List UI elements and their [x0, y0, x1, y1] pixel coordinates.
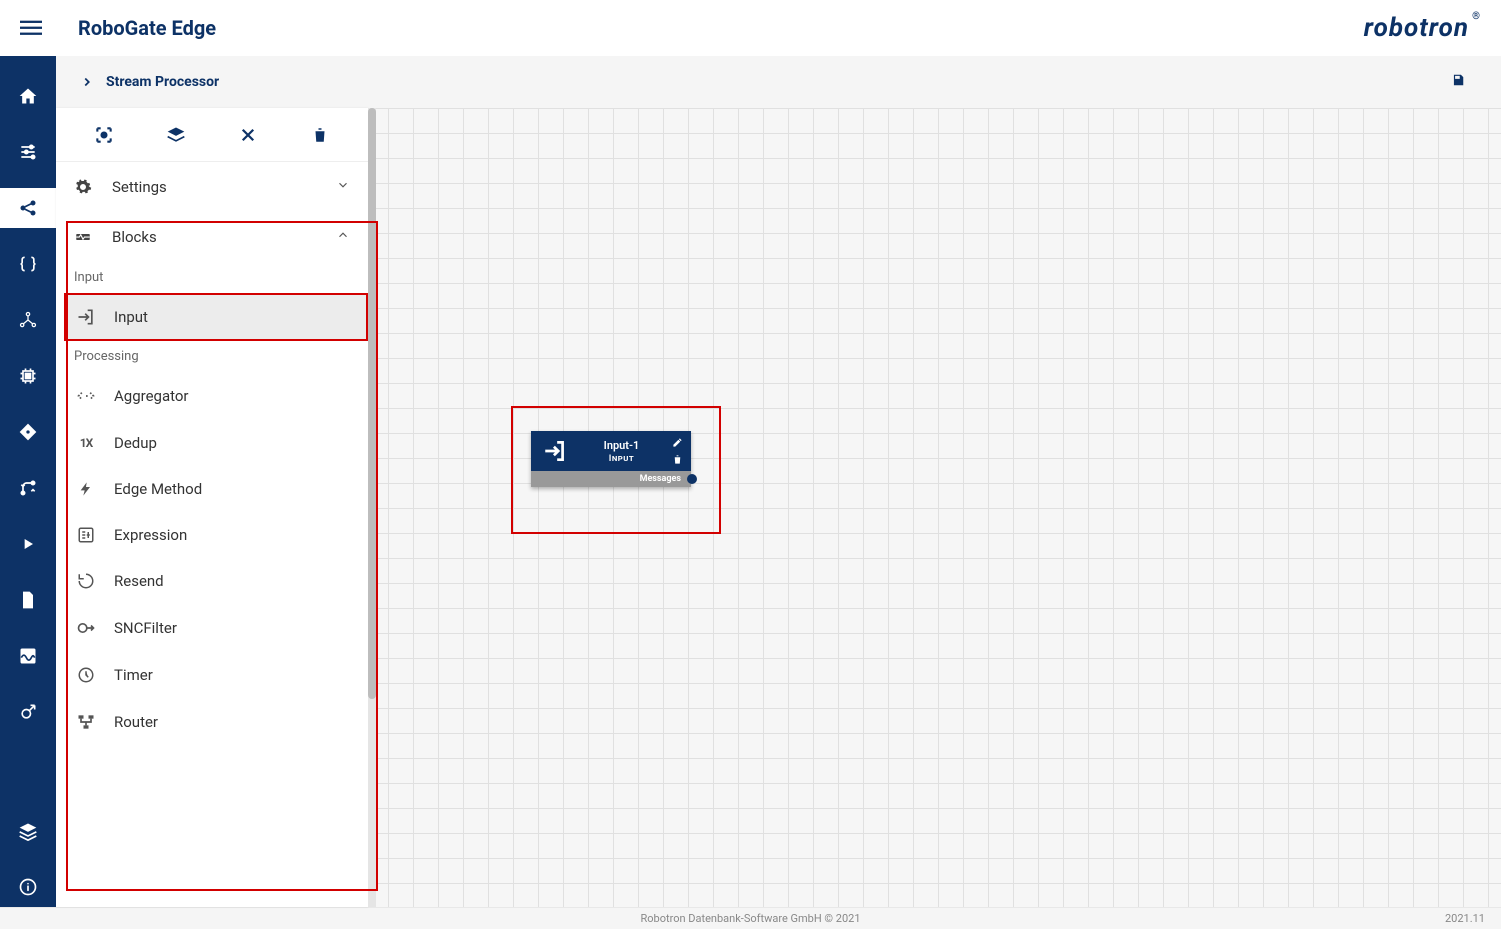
nav-file[interactable] [0, 580, 56, 620]
aggregator-icon [74, 386, 98, 406]
dedup-icon: 1X [74, 436, 98, 450]
block-input[interactable]: Input [64, 293, 368, 341]
trash-icon[interactable] [672, 454, 683, 465]
router-icon [74, 712, 98, 732]
menu-toggle[interactable] [20, 17, 42, 39]
nav-caret[interactable] [0, 524, 56, 564]
side-panel: Settings Blocks Input Input [56, 108, 368, 907]
nav-wave[interactable] [0, 636, 56, 676]
nav-tag[interactable] [0, 412, 56, 452]
section-settings[interactable]: Settings [56, 162, 368, 212]
breadcrumb: Stream Processor [56, 56, 1501, 108]
block-sncfilter[interactable]: SNCFilter [64, 604, 368, 652]
section-settings-label: Settings [112, 178, 167, 196]
timer-icon [74, 666, 98, 684]
block-aggregator-label: Aggregator [114, 387, 189, 405]
nav-share[interactable] [0, 188, 56, 228]
nav-chip[interactable] [0, 356, 56, 396]
nav-gender[interactable] [0, 692, 56, 732]
chevron-right-icon [80, 75, 94, 89]
gear-icon [74, 178, 94, 196]
block-timer[interactable]: Timer [64, 652, 368, 698]
fit-view-button[interactable] [92, 123, 116, 147]
layers-button[interactable] [164, 123, 188, 147]
category-processing: Processing [56, 341, 368, 372]
block-input-label: Input [114, 308, 148, 326]
block-router-label: Router [114, 713, 158, 731]
blocks-icon [74, 228, 94, 246]
nav-info[interactable] [0, 867, 56, 907]
login-icon [539, 438, 571, 464]
block-router[interactable]: Router [64, 698, 368, 746]
close-button[interactable] [236, 123, 260, 147]
block-aggregator[interactable]: Aggregator [64, 372, 368, 420]
flow-canvas[interactable]: Input-1 Input Messages [376, 108, 1501, 907]
block-edge-method-label: Edge Method [114, 480, 202, 498]
left-nav [0, 56, 56, 907]
canvas-node-input[interactable]: Input-1 Input Messages [531, 431, 691, 487]
login-icon [74, 307, 98, 327]
nav-sliders[interactable] [0, 132, 56, 172]
brand-logo: robotron® [1364, 13, 1481, 43]
node-type: Input [571, 454, 672, 464]
nav-home[interactable] [0, 76, 56, 116]
port-connector[interactable] [687, 474, 697, 484]
section-blocks-label: Blocks [112, 228, 157, 246]
block-expression-label: Expression [114, 526, 187, 544]
chevron-down-icon [336, 178, 350, 196]
breadcrumb-title[interactable]: Stream Processor [106, 74, 219, 90]
footer-copyright: Robotron Datenbank-Software GmbH © 2021 [640, 912, 860, 925]
sncfilter-icon [74, 618, 98, 638]
save-button[interactable] [1451, 73, 1477, 91]
edit-icon[interactable] [672, 437, 683, 448]
block-sncfilter-label: SNCFilter [114, 619, 177, 637]
block-resend[interactable]: Resend [64, 558, 368, 604]
node-title: Input-1 [571, 438, 672, 453]
block-resend-label: Resend [114, 572, 164, 590]
section-blocks[interactable]: Blocks [56, 212, 368, 262]
nav-braces[interactable] [0, 244, 56, 284]
panel-scrollbar[interactable] [368, 108, 376, 907]
nav-route[interactable] [0, 468, 56, 508]
resend-icon [74, 572, 98, 590]
footer: Robotron Datenbank-Software GmbH © 2021 … [0, 907, 1501, 929]
chevron-up-icon [336, 228, 350, 246]
category-input: Input [56, 262, 368, 293]
node-port-messages[interactable]: Messages [531, 471, 691, 487]
block-dedup[interactable]: 1X Dedup [64, 420, 368, 466]
block-edge-method[interactable]: Edge Method [64, 466, 368, 512]
block-dedup-label: Dedup [114, 434, 157, 452]
nav-network[interactable] [0, 300, 56, 340]
footer-version: 2021.11 [1445, 912, 1485, 925]
expression-icon [74, 526, 98, 544]
bolt-icon [74, 481, 98, 497]
nav-layers[interactable] [0, 811, 56, 851]
app-title: RoboGate Edge [78, 16, 216, 40]
block-timer-label: Timer [114, 666, 153, 684]
delete-button[interactable] [308, 123, 332, 147]
block-expression[interactable]: Expression [64, 512, 368, 558]
